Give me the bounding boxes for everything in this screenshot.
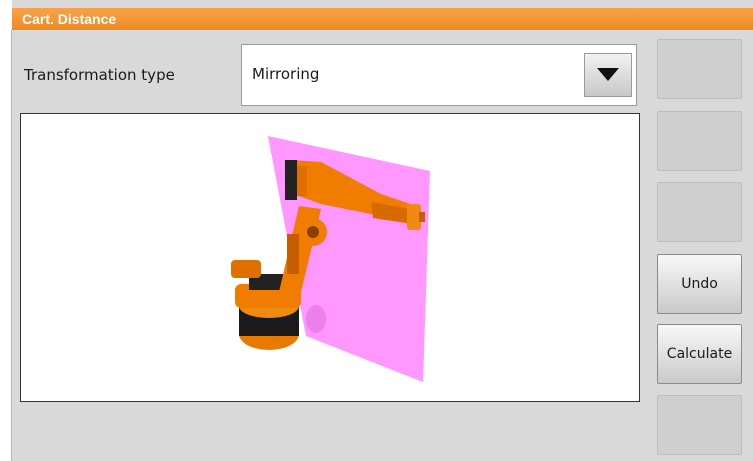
side-button-1[interactable]	[657, 39, 742, 99]
transformation-type-label: Transformation type	[24, 66, 175, 84]
side-button-2[interactable]	[657, 111, 742, 171]
transformation-type-value: Mirroring	[252, 65, 320, 83]
window-title: Cart. Distance	[12, 8, 753, 30]
robot-mirror-scene	[231, 136, 430, 382]
side-button-6[interactable]	[657, 395, 742, 455]
side-button-3[interactable]	[657, 182, 742, 242]
transformation-type-dropdown[interactable]: Mirroring	[241, 44, 637, 106]
robot-3d-viewport[interactable]	[20, 113, 640, 402]
left-divider	[11, 30, 12, 461]
undo-button[interactable]: Undo	[657, 254, 742, 314]
dropdown-toggle-button[interactable]	[584, 53, 632, 97]
calculate-button[interactable]: Calculate	[657, 324, 742, 384]
chevron-down-icon	[597, 68, 619, 81]
